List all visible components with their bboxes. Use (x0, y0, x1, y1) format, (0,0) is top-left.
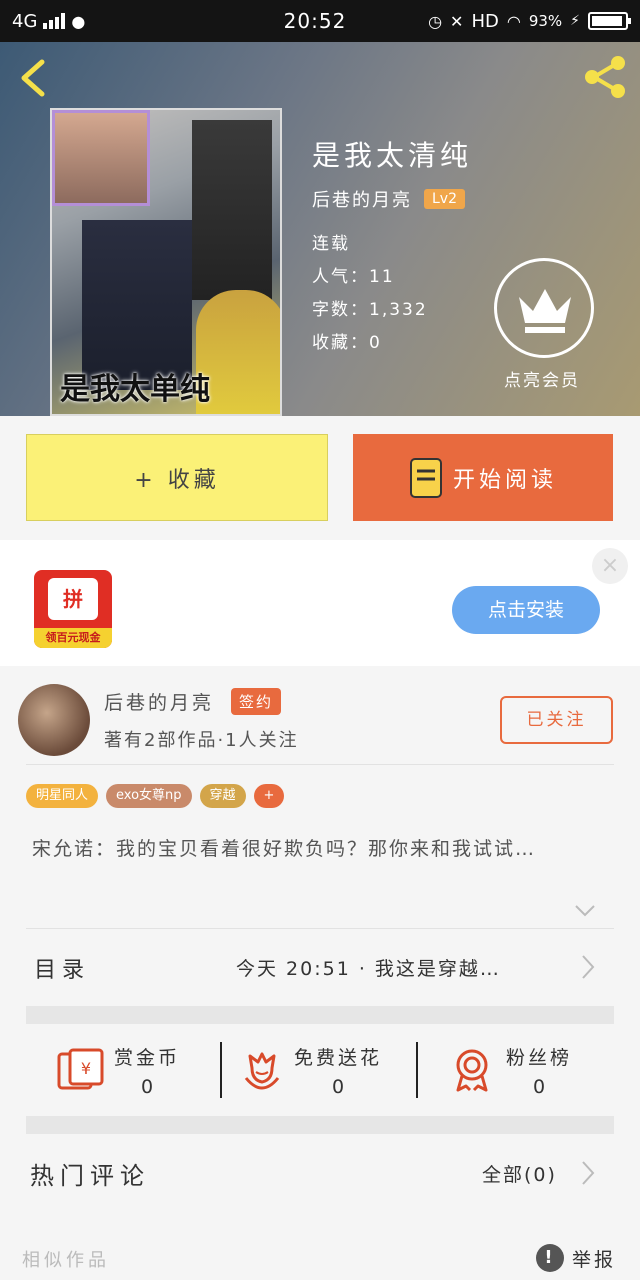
battery-icon (588, 12, 631, 30)
wifi-icon: ◠ (506, 11, 521, 31)
alarm-icon: ◷ (428, 11, 443, 31)
hot-comments-label: 热门评论 (30, 1162, 150, 1190)
mute-icon: ✕ (450, 11, 464, 31)
fans-value: 0 (532, 1075, 546, 1098)
toc-label: 目录 (34, 958, 91, 983)
author-name[interactable]: 后巷的月亮 (104, 688, 214, 715)
chevron-right-icon (582, 955, 595, 979)
table-of-contents-row[interactable]: 目录 今天 20:51 · 我这是穿越… (0, 928, 640, 1008)
flower-label: 免费送花 (294, 1046, 383, 1069)
similar-works-label: 相似作品 (22, 1250, 110, 1271)
follow-button[interactable]: 已关注 (500, 696, 613, 744)
tag[interactable]: 明星同人 (26, 784, 99, 808)
all-comments-link: 全部(0) (482, 1164, 557, 1186)
add-tag-button[interactable]: + (253, 784, 285, 808)
book-header: 是我太单纯 是我太清纯 后巷的月亮 Lv2 连载 人气：11 字数：1,332 … (0, 42, 640, 416)
book-cover[interactable]: 是我太单纯 (50, 108, 282, 416)
start-reading-button[interactable]: 开始阅读 (353, 434, 613, 521)
battery-fill (592, 16, 622, 26)
status-right: ◷ ✕ HD ◠ 93% ⚡ (398, 10, 631, 32)
book-icon (409, 457, 442, 498)
chevron-down-icon[interactable] (574, 904, 596, 918)
medal-icon (456, 1049, 488, 1092)
cover-title: 是我太单纯 (60, 372, 210, 407)
signal-icon (43, 13, 66, 29)
header-author-row: 后巷的月亮 Lv2 (312, 186, 465, 212)
reward-value: 0 (140, 1075, 154, 1098)
hd-label: HD (471, 10, 499, 32)
header-author-name[interactable]: 后巷的月亮 (312, 186, 412, 212)
signed-badge: 签约 (231, 688, 282, 715)
fans-label: 粉丝榜 (506, 1046, 573, 1069)
report-button[interactable]: ! 举报 (536, 1244, 616, 1272)
section-separator (26, 1006, 614, 1024)
status-left: 4G ● (12, 11, 232, 32)
share-icon (585, 56, 625, 98)
flower-value: 0 (331, 1075, 345, 1098)
book-favorites: 收藏：0 (312, 333, 382, 353)
start-reading-label: 开始阅读 (452, 467, 557, 493)
hot-comments-row[interactable]: 热门评论 全部(0) (0, 1134, 640, 1214)
vip-button[interactable] (494, 258, 594, 358)
back-icon (21, 59, 45, 97)
cover-photo-2 (192, 120, 272, 300)
charge-icon: ⚡ (570, 13, 580, 29)
chevron-right-icon (582, 1161, 595, 1185)
section-separator (26, 1116, 614, 1134)
author-stats: 著有2部作品·1人关注 (104, 730, 299, 751)
bottom-bar: 相似作品 ! 举报 (0, 1234, 640, 1280)
svg-text:¥: ¥ (81, 1059, 91, 1078)
reward-label: 赏金币 (114, 1046, 181, 1069)
flower-icon (244, 1052, 280, 1090)
report-label: 举报 (572, 1248, 617, 1271)
tag[interactable]: exo女尊np (106, 784, 192, 808)
install-button[interactable]: 点击安装 (452, 586, 600, 634)
book-word-count: 字数：1,332 (312, 300, 428, 320)
free-flower[interactable]: 免费送花 0 (242, 1024, 382, 1116)
reward-coins[interactable]: ¥ 赏金币 0 (56, 1024, 180, 1116)
vip-label: 点亮会员 (504, 371, 580, 391)
ad-logo-text: 拼 (48, 578, 98, 620)
cover-photo-1 (52, 110, 150, 206)
crown-icon (519, 289, 571, 333)
status-time: 20:52 (283, 9, 347, 33)
share-button[interactable] (580, 52, 630, 102)
tag[interactable]: 穿越 (199, 784, 246, 808)
latest-chapter: 今天 20:51 · 我这是穿越… (236, 958, 501, 980)
back-button[interactable] (14, 56, 54, 100)
divider (26, 764, 614, 765)
avatar[interactable] (18, 684, 90, 756)
divider (416, 1042, 418, 1098)
favorite-button[interactable]: + 收藏 (26, 434, 328, 521)
battery-pct: 93% (528, 12, 563, 30)
status-bar: 4G ● 20:52 ◷ ✕ HD ◠ 93% ⚡ (0, 0, 640, 42)
stats-row: ¥ 赏金币 0 免费送花 0 粉丝榜 0 (26, 1024, 614, 1116)
network-label: 4G (12, 10, 38, 32)
ad-banner[interactable]: 拼 领百元现金 × 点击安装 (0, 540, 640, 666)
level-badge: Lv2 (424, 189, 465, 209)
ad-logo-strip: 领百元现金 (34, 628, 112, 648)
book-status: 连载 (312, 234, 350, 254)
report-icon: ! (536, 1244, 564, 1272)
close-icon[interactable]: × (592, 548, 628, 584)
ad-app-logo: 拼 领百元现金 (34, 570, 112, 648)
divider (220, 1042, 222, 1098)
fans-ranking[interactable]: 粉丝榜 0 (450, 1024, 572, 1116)
book-meta: 连载 人气：11 字数：1,332 收藏：0 (312, 228, 428, 360)
tag-list: 明星同人 exo女尊np 穿越 + (26, 784, 285, 808)
qq-icon: ● (71, 11, 86, 31)
book-title: 是我太清纯 (312, 139, 473, 172)
book-description: 宋允诺：我的宝贝看着很好欺负吗？那你来和我试试… (32, 838, 537, 860)
author-section: 后巷的月亮 签约 著有2部作品·1人关注 已关注 明星同人 exo女尊np 穿越… (0, 666, 640, 1276)
action-buttons: + 收藏 开始阅读 (0, 416, 640, 540)
book-popularity: 人气：11 (312, 267, 395, 287)
red-packet-icon: ¥ (57, 1048, 104, 1090)
